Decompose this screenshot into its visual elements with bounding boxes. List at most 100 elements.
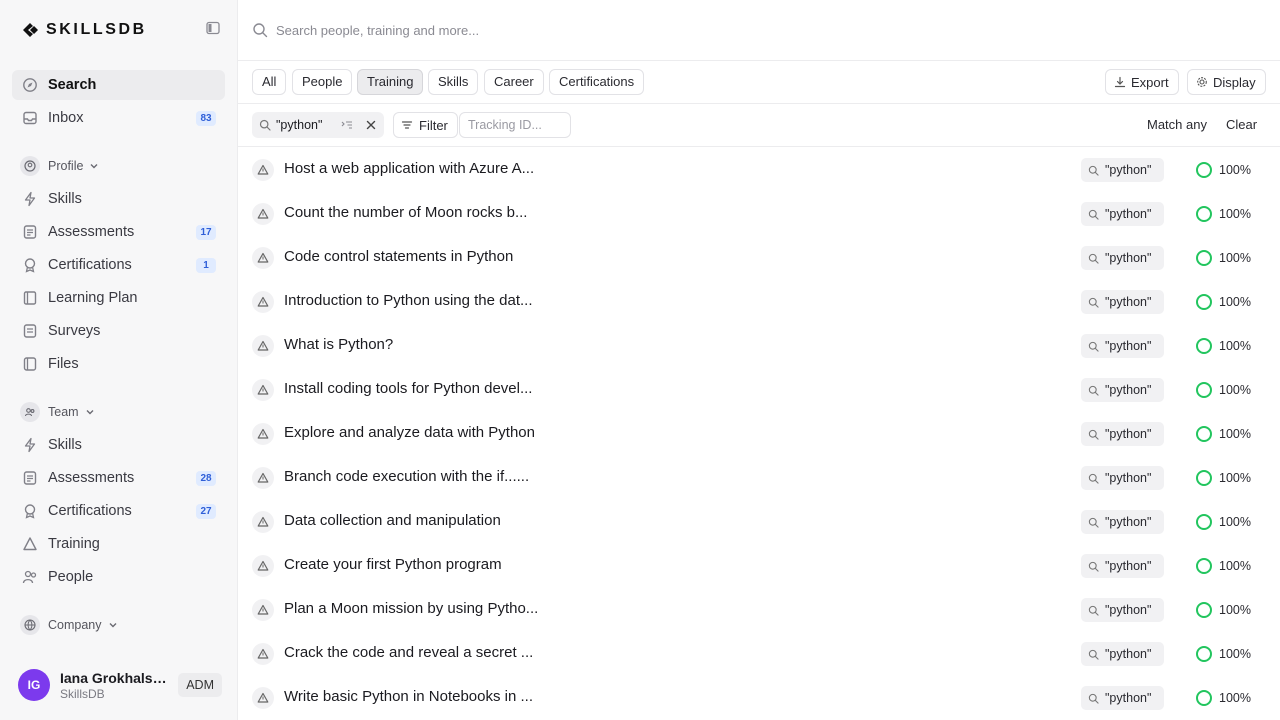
- result-row[interactable]: Host a web application with Azure A... "…: [238, 148, 1280, 192]
- result-row[interactable]: Count the number of Moon rocks b... "pyt…: [238, 192, 1280, 236]
- result-row[interactable]: Introduction to Python using the dat... …: [238, 280, 1280, 324]
- result-row[interactable]: Write basic Python in Notebooks in ... "…: [238, 676, 1280, 720]
- match-text: "python": [1105, 339, 1152, 353]
- sidebar-item-team-certifications[interactable]: Certifications 27: [12, 496, 225, 526]
- score-ring-icon: [1195, 689, 1213, 707]
- sidebar-item-files[interactable]: Files: [12, 349, 225, 379]
- result-title[interactable]: Host a web application with Azure A...: [284, 160, 534, 177]
- sidebar-toggle-icon[interactable]: [206, 21, 220, 35]
- sidebar-item-training[interactable]: Training: [12, 529, 225, 559]
- tab-all[interactable]: All: [252, 69, 287, 95]
- result-row[interactable]: Explore and analyze data with Python "py…: [238, 412, 1280, 456]
- match-text: "python": [1105, 251, 1152, 265]
- search-icon: [1088, 473, 1099, 484]
- query-text: "python": [276, 118, 323, 132]
- score-ring-icon: [1195, 249, 1213, 267]
- section-team[interactable]: Team: [20, 401, 220, 423]
- tab-career[interactable]: Career: [484, 69, 544, 95]
- tracking-id-input[interactable]: [459, 112, 571, 138]
- tab-training[interactable]: Training: [357, 69, 424, 95]
- tab-skills[interactable]: Skills: [428, 69, 479, 95]
- result-title[interactable]: Write basic Python in Notebooks in ...: [284, 688, 533, 705]
- match-score: 100%: [1195, 205, 1251, 223]
- result-row[interactable]: What is Python? "python" 100%: [238, 324, 1280, 368]
- result-title[interactable]: Plan a Moon mission by using Pytho...: [284, 600, 538, 617]
- sidebar-item-label: Certifications: [48, 257, 132, 273]
- inbox-icon: [22, 110, 38, 126]
- score-text: 100%: [1219, 647, 1251, 661]
- filter-icon: [401, 119, 413, 131]
- sidebar-item-label: Assessments: [48, 470, 135, 486]
- tab-people[interactable]: People: [292, 69, 353, 95]
- result-title[interactable]: What is Python?: [284, 336, 393, 353]
- brand-logo[interactable]: SKILLSDB: [20, 19, 220, 41]
- display-button[interactable]: Display: [1187, 69, 1266, 95]
- score-ring-icon: [1195, 513, 1213, 531]
- search-icon: [1088, 297, 1099, 308]
- sidebar-item-profile-skills[interactable]: Skills: [12, 184, 225, 214]
- close-icon[interactable]: [365, 119, 377, 131]
- export-label: Export: [1131, 74, 1169, 90]
- result-row[interactable]: Create your first Python program "python…: [238, 544, 1280, 588]
- sidebar-item-learning-plan[interactable]: Learning Plan: [12, 283, 225, 313]
- result-row[interactable]: Crack the code and reveal a secret ... "…: [238, 632, 1280, 676]
- filter-button[interactable]: Filter: [393, 112, 458, 138]
- match-text: "python": [1105, 471, 1152, 485]
- sidebar-item-profile-certifications[interactable]: Certifications 1: [12, 250, 225, 280]
- sort-mode-icon[interactable]: [341, 120, 353, 130]
- result-row[interactable]: Plan a Moon mission by using Pytho... "p…: [238, 588, 1280, 632]
- triangle-icon: [252, 467, 274, 489]
- score-ring-icon: [1195, 645, 1213, 663]
- result-title[interactable]: Count the number of Moon rocks b...: [284, 204, 527, 221]
- sidebar-item-search[interactable]: Search: [12, 70, 225, 100]
- result-title[interactable]: Crack the code and reveal a secret ...: [284, 644, 533, 661]
- sidebar-item-people[interactable]: People: [12, 562, 225, 592]
- result-row[interactable]: Branch code execution with the if...... …: [238, 456, 1280, 500]
- download-icon: [1114, 76, 1126, 88]
- filter-label: Filter: [419, 117, 448, 133]
- search-input[interactable]: [276, 22, 876, 38]
- sidebar-item-inbox[interactable]: Inbox 83: [12, 103, 225, 133]
- globe-icon: [20, 615, 40, 635]
- user-circle-icon: [20, 156, 40, 176]
- search-icon: [1088, 517, 1099, 528]
- result-title[interactable]: Data collection and manipulation: [284, 512, 501, 529]
- match-chip: "python": [1081, 466, 1164, 490]
- query-chip[interactable]: "python": [252, 112, 384, 138]
- global-search: [238, 0, 1280, 61]
- result-row[interactable]: Code control statements in Python "pytho…: [238, 236, 1280, 280]
- sidebar-item-team-skills[interactable]: Skills: [12, 430, 225, 460]
- chevron-down-icon: [89, 161, 99, 171]
- match-text: "python": [1105, 515, 1152, 529]
- result-title[interactable]: Introduction to Python using the dat...: [284, 292, 533, 309]
- result-title[interactable]: Install coding tools for Python devel...: [284, 380, 532, 397]
- triangle-icon: [252, 247, 274, 269]
- sidebar-item-team-assessments[interactable]: Assessments 28: [12, 463, 225, 493]
- sidebar-item-surveys[interactable]: Surveys: [12, 316, 225, 346]
- triangle-icon: [252, 379, 274, 401]
- result-title[interactable]: Branch code execution with the if......: [284, 468, 529, 485]
- result-title[interactable]: Explore and analyze data with Python: [284, 424, 535, 441]
- score-text: 100%: [1219, 383, 1251, 397]
- result-title[interactable]: Code control statements in Python: [284, 248, 513, 265]
- bolt-icon: [22, 437, 38, 453]
- clear-button[interactable]: Clear: [1226, 117, 1257, 132]
- result-row[interactable]: Data collection and manipulation "python…: [238, 500, 1280, 544]
- result-title[interactable]: Create your first Python program: [284, 556, 502, 573]
- result-row[interactable]: Install coding tools for Python devel...…: [238, 368, 1280, 412]
- user-profile-menu[interactable]: IG Iana Grokhalskaia SkillsDB ADM: [18, 668, 222, 702]
- sidebar-item-profile-assessments[interactable]: Assessments 17: [12, 217, 225, 247]
- award-icon: [22, 257, 38, 273]
- match-score: 100%: [1195, 381, 1251, 399]
- match-text: "python": [1105, 295, 1152, 309]
- match-score: 100%: [1195, 601, 1251, 619]
- section-profile[interactable]: Profile: [20, 155, 220, 177]
- match-any-toggle[interactable]: Match any: [1147, 117, 1207, 132]
- match-score: 100%: [1195, 161, 1251, 179]
- section-company[interactable]: Company: [20, 614, 220, 636]
- match-score: 100%: [1195, 425, 1251, 443]
- tab-certifications[interactable]: Certifications: [549, 69, 645, 95]
- score-ring-icon: [1195, 337, 1213, 355]
- export-button[interactable]: Export: [1105, 69, 1179, 95]
- type-tabs: All People Training Skills Career Certif…: [238, 61, 1280, 104]
